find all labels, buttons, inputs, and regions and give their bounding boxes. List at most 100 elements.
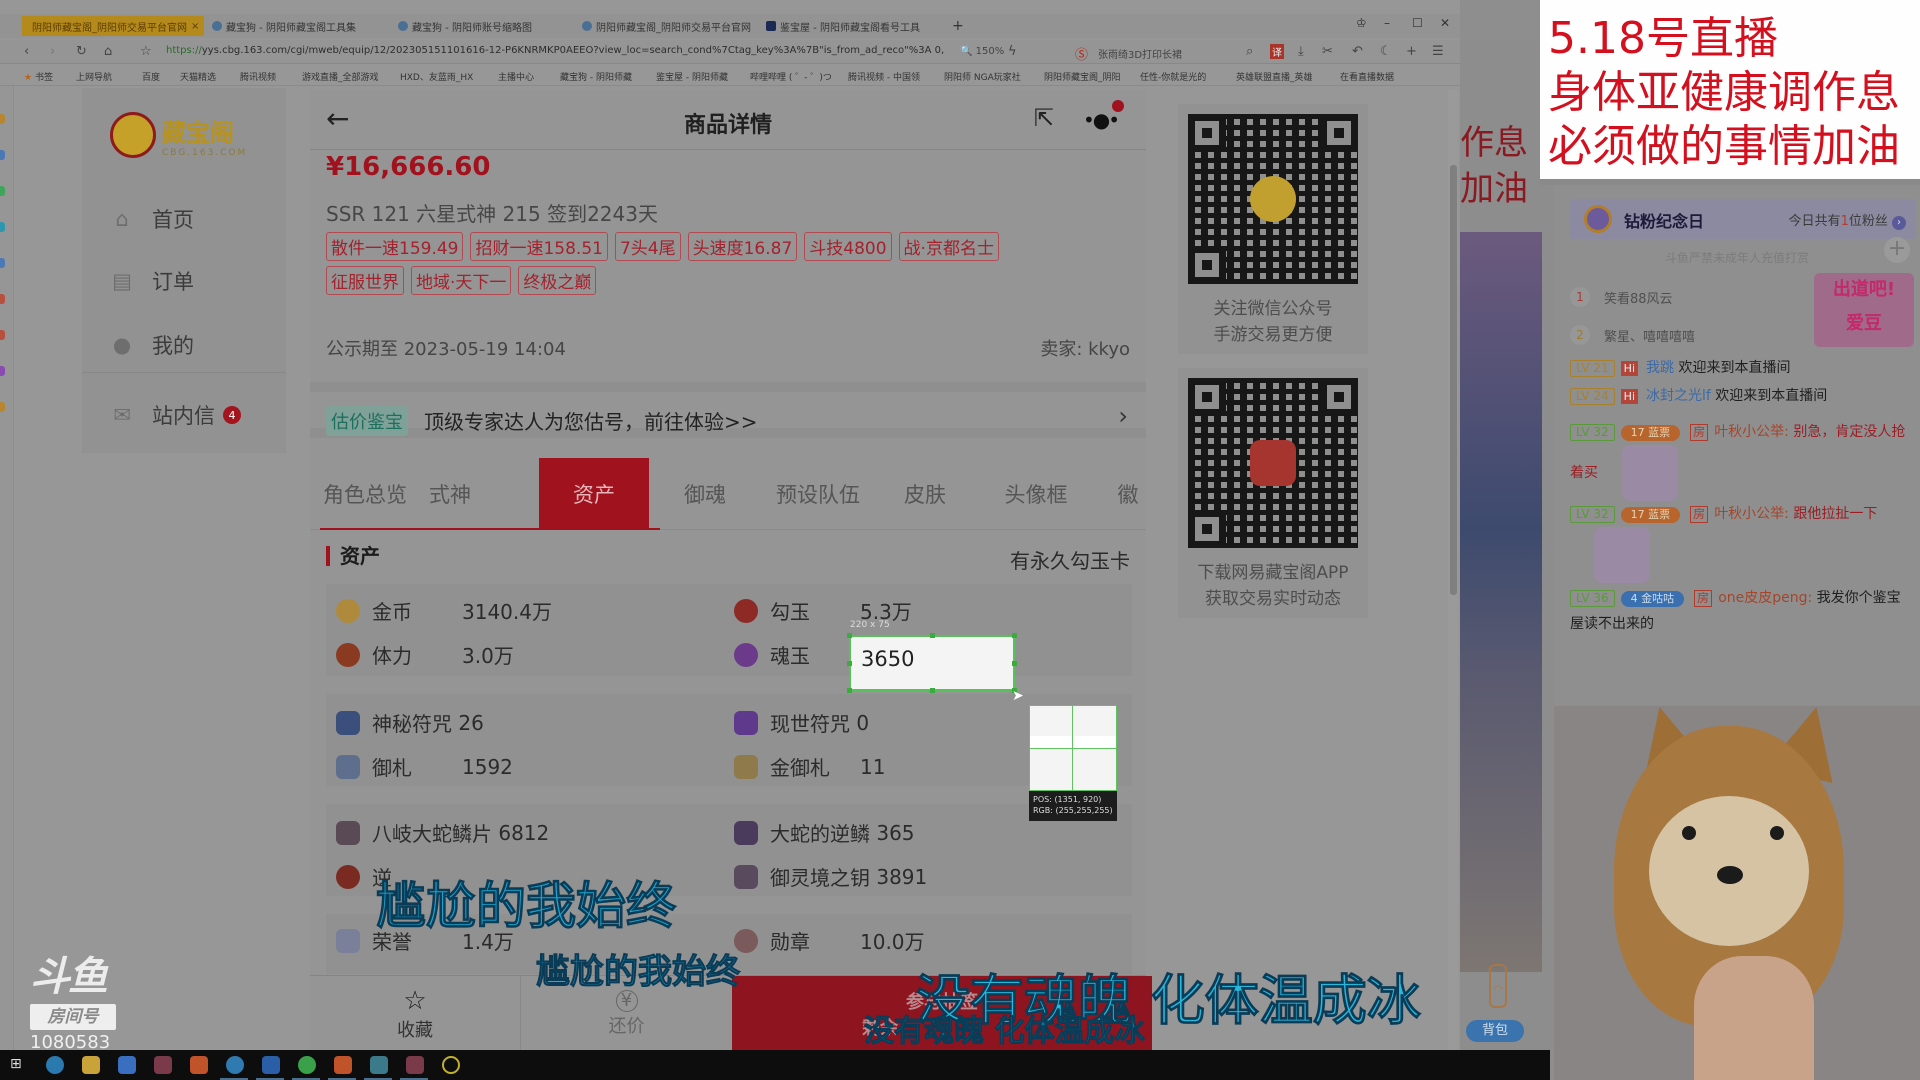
extension-icon[interactable] xyxy=(0,330,5,340)
back-icon[interactable]: ‹ xyxy=(24,44,29,59)
tab-mitama[interactable]: 御魂 xyxy=(670,458,740,530)
resize-handle[interactable] xyxy=(930,633,935,638)
wechat-icon[interactable] xyxy=(298,1056,316,1074)
resize-handle[interactable] xyxy=(1012,661,1017,666)
resize-handle[interactable] xyxy=(847,633,852,638)
sidebar-item-home[interactable]: ⌂ 首页 xyxy=(112,204,194,234)
bookmark-item[interactable]: 阴阳师藏宝阁_阴阳 xyxy=(1044,70,1121,83)
bookmark-item[interactable]: 天猫精选 xyxy=(180,70,216,83)
rank-item[interactable]: 2 繁星、嘻嘻嘻嘻 xyxy=(1570,325,1695,345)
add-icon[interactable]: + xyxy=(1406,44,1417,59)
bookmark-item[interactable]: ★ 书签 xyxy=(24,70,53,83)
download-icon[interactable]: ⤓ xyxy=(1298,44,1304,59)
share-icon[interactable]: ⇱ xyxy=(1034,104,1054,132)
estimate-banner[interactable]: 估价鉴宝 顶级专家达人为您估号，前往体验>> › xyxy=(310,382,1146,438)
maximize-button[interactable]: ☐ xyxy=(1412,16,1423,30)
bookmark-item[interactable]: 主播中心 xyxy=(498,70,534,83)
search-engine-icon[interactable]: Ⓢ xyxy=(1075,44,1088,63)
screenshot-selection-box[interactable]: 3650 xyxy=(847,633,1017,693)
extension-icon[interactable] xyxy=(0,150,5,160)
browser-tab[interactable]: 藏宝狗 - 阴阳师账号缩略图 xyxy=(398,16,568,36)
url-input[interactable]: https://yys.cbg.163.com/cgi/mweb/equip/1… xyxy=(166,45,944,56)
extension-icon[interactable] xyxy=(0,366,5,376)
browser-tab-active[interactable]: 阴阳师藏宝阁_阴阳师交易平台官网 × xyxy=(22,16,204,36)
bookmark-item[interactable]: 藏宝狗 - 阴阳师藏 xyxy=(560,70,632,83)
extension-icon[interactable] xyxy=(0,186,5,196)
extension-icon[interactable] xyxy=(0,402,5,412)
idol-event-sticker[interactable]: 出道吧! 爱豆 xyxy=(1814,273,1914,347)
bookmark-item[interactable]: 上网导航 xyxy=(76,70,112,83)
browser-tab[interactable]: 鉴宝屋 - 阴阳师藏宝阁看号工具 xyxy=(766,16,936,36)
game-icon[interactable] xyxy=(154,1056,172,1074)
browser-icon[interactable] xyxy=(226,1056,244,1074)
rank-item[interactable]: 1 笑看88风云 xyxy=(1570,287,1673,307)
undo-icon[interactable]: ↶ xyxy=(1352,44,1363,59)
obs-icon[interactable] xyxy=(442,1056,460,1074)
extension-icon[interactable] xyxy=(0,258,5,268)
new-tab-button[interactable]: + xyxy=(952,16,964,36)
scissors-icon[interactable]: ✂ xyxy=(1322,44,1333,59)
bookmark-star-icon[interactable]: ☆ xyxy=(140,44,152,59)
douyu-icon[interactable] xyxy=(334,1056,352,1074)
tab-avatar-frame[interactable]: 头像框 xyxy=(986,458,1086,530)
file-explorer-icon[interactable] xyxy=(82,1056,100,1074)
forward-icon[interactable]: › xyxy=(50,44,55,59)
bookmark-item[interactable]: 在看直播数据 xyxy=(1340,70,1394,83)
app-icon[interactable] xyxy=(370,1056,388,1074)
edge-icon[interactable] xyxy=(46,1056,64,1074)
resize-handle[interactable] xyxy=(847,688,852,693)
browser-tab[interactable]: 藏宝狗 - 阴阳师藏宝阁工具集 xyxy=(212,16,382,36)
tab-skins[interactable]: 皮肤 xyxy=(890,458,960,530)
lightning-icon[interactable]: ϟ xyxy=(1008,44,1017,59)
app-qr-code[interactable] xyxy=(1188,378,1358,548)
browser-tab[interactable]: 阴阳师藏宝阁_阴阳师交易平台官网 xyxy=(582,16,752,36)
bookmark-item[interactable]: 英雄联盟直播_英雄 xyxy=(1236,70,1313,83)
bookmark-item[interactable]: 腾讯视频 - 中国领 xyxy=(848,70,920,83)
extension-icon[interactable] xyxy=(0,222,5,232)
resize-handle[interactable] xyxy=(847,661,852,666)
bookmark-item[interactable]: 任性-你就是光的 xyxy=(1140,70,1206,83)
extension-icon[interactable] xyxy=(0,114,5,124)
sidebar-item-orders[interactable]: ▤ 订单 xyxy=(112,266,194,296)
skin-icon[interactable]: ♔ xyxy=(1356,16,1367,30)
scroll-up-button[interactable]: ︿ xyxy=(1489,964,1507,1008)
resize-handle[interactable] xyxy=(930,688,935,693)
bookmark-item[interactable]: 腾讯视频 xyxy=(240,70,276,83)
tab-overview[interactable]: 角色总览 xyxy=(310,458,420,530)
reload-icon[interactable]: ↻ xyxy=(76,44,87,59)
search-input[interactable]: 张雨绮3D打印长裙 xyxy=(1098,46,1182,61)
tab-badge[interactable]: 徽 xyxy=(1110,458,1146,530)
scrollbar-thumb[interactable] xyxy=(1450,165,1457,595)
minimize-button[interactable]: – xyxy=(1384,16,1390,30)
game-icon[interactable] xyxy=(406,1056,424,1074)
resize-handle[interactable] xyxy=(1012,633,1017,638)
translate-icon[interactable]: 译 xyxy=(1270,44,1284,59)
wechat-qr-code[interactable] xyxy=(1188,114,1358,284)
tab-preset-team[interactable]: 预设队伍 xyxy=(768,458,868,530)
search-icon[interactable]: ⌕ xyxy=(1246,44,1253,59)
fan-anniversary-banner[interactable]: 钻粉纪念日 今日共有1位粉丝 › xyxy=(1570,199,1916,239)
backpack-button[interactable]: 背包 xyxy=(1466,1020,1524,1042)
extension-icon[interactable] xyxy=(0,294,5,304)
bookmark-item[interactable]: 游戏直播_全部游戏 xyxy=(302,70,379,83)
bookmark-item[interactable]: 鉴宝屋 - 阴阳师藏 xyxy=(656,70,728,83)
cbg-logo[interactable]: 藏宝阁 CBG.163.COM xyxy=(110,112,247,158)
close-tab-icon[interactable]: × xyxy=(191,21,199,32)
sidebar-item-mine[interactable]: ● 我的 xyxy=(112,330,194,360)
zoom-level[interactable]: 🔍 150% xyxy=(960,46,1004,57)
close-window-button[interactable]: ✕ xyxy=(1440,16,1450,30)
more-options-icon[interactable]: •●• xyxy=(1083,108,1120,132)
douyu-icon[interactable] xyxy=(190,1056,208,1074)
bookmark-item[interactable]: 百度 xyxy=(142,70,160,83)
tab-assets[interactable]: 资产 xyxy=(539,458,649,530)
bookmark-item[interactable]: 哔哩哔哩 ( ゜- ゜)つ xyxy=(750,70,832,83)
menu-icon[interactable]: ☰ xyxy=(1432,44,1444,59)
kugou-icon[interactable] xyxy=(262,1056,280,1074)
bookmark-item[interactable]: 阴阳师 NGA玩家社 xyxy=(944,70,1021,83)
tab-shikigami[interactable]: 式神 xyxy=(420,458,480,530)
home-icon[interactable]: ⌂ xyxy=(104,44,112,59)
night-mode-icon[interactable]: ☾ xyxy=(1380,44,1392,59)
favorite-button[interactable]: ☆ 收藏 xyxy=(310,976,520,1051)
app-icon[interactable] xyxy=(118,1056,136,1074)
bookmark-item[interactable]: HXD、友蓝雨_HX xyxy=(400,70,473,83)
